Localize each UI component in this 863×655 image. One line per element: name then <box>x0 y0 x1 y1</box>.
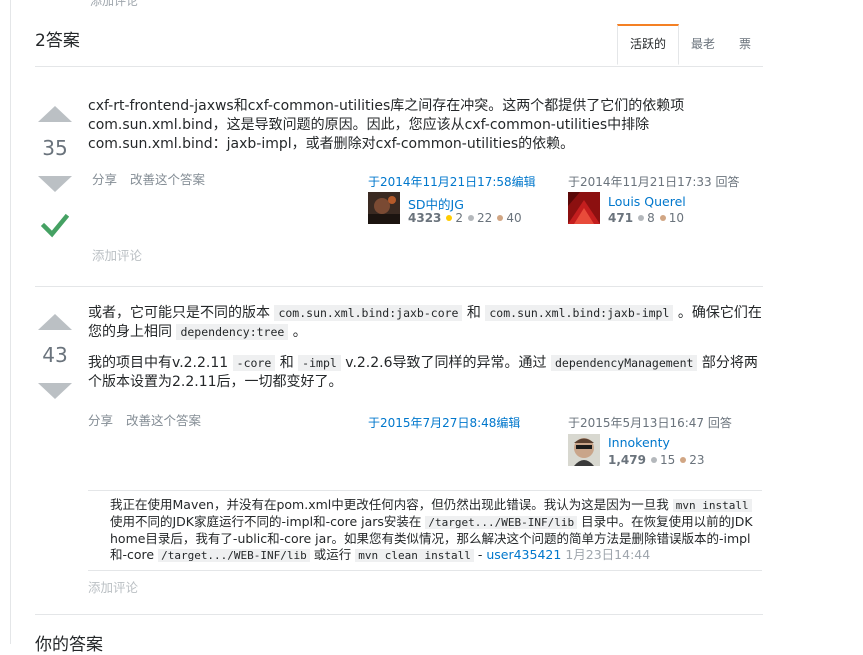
author-bronze-count: 23 <box>689 453 705 467</box>
answer-paragraph-2: 我的项目中有v.2.2.11 -core 和 -impl v.2.2.6导致了同… <box>88 355 758 390</box>
comment-text: 我正在使用Maven，并没有在pom.xml中更改任何内容，但仍然出现此错误。我… <box>110 497 753 562</box>
editor-stats: 4323 2 22 40 <box>408 211 522 225</box>
inline-code: -impl <box>298 355 341 371</box>
answer-body: cxf-rt-frontend-jaxws和cxf-common-utiliti… <box>88 97 763 166</box>
add-comment-link[interactable]: 添加评论 <box>88 577 138 596</box>
author-avatar[interactable] <box>568 434 600 466</box>
add-comment-link[interactable]: 添加评论 <box>92 245 142 264</box>
edited-time-link[interactable]: 于2015年7月27日8:48编辑 <box>368 414 520 431</box>
share-link[interactable]: 分享 <box>92 172 117 187</box>
answered-time: 于2015年5月13日16:47 回答 <box>568 416 732 430</box>
comment-date[interactable]: 1月23日14:44 <box>565 547 650 562</box>
author-name[interactable]: Innokenty <box>608 435 670 450</box>
share-link[interactable]: 分享 <box>88 413 113 428</box>
author-silver-count: 15 <box>659 453 676 467</box>
gold-badge-icon <box>446 215 453 221</box>
author-stats: 471 8 10 <box>608 211 684 225</box>
tab-oldest[interactable]: 最老 <box>679 24 727 64</box>
editor-avatar[interactable] <box>368 192 400 224</box>
answer-paragraph-1: 或者，它可能只是不同的版本 com.sun.xml.bind:jaxb-core… <box>88 305 762 340</box>
silver-badge-icon <box>650 457 657 463</box>
editor-gold-count: 2 <box>455 211 464 225</box>
answered-time: 于2014年11月21日17:33 回答 <box>568 175 740 189</box>
vote-count: 35 <box>42 136 68 160</box>
vote-up-icon[interactable] <box>38 106 72 122</box>
inline-code: dependency:tree <box>176 324 289 340</box>
author-stats: 1,479 15 23 <box>608 453 705 467</box>
post-menu: 分享 改善这个答案 <box>92 169 214 188</box>
comment: 我正在使用Maven，并没有在pom.xml中更改任何内容，但仍然出现此错误。我… <box>88 490 762 571</box>
inline-code: dependencyManagement <box>550 355 698 371</box>
accepted-check-icon <box>41 213 69 238</box>
author-reputation: 471 <box>608 211 634 225</box>
answer-text: cxf-rt-frontend-jaxws和cxf-common-utiliti… <box>88 98 685 152</box>
previous-add-comment-link[interactable]: 添加评论 <box>90 0 138 9</box>
editor-reputation: 4323 <box>408 211 442 225</box>
edited-time-link[interactable]: 于2014年11月21日17:58编辑 <box>368 173 536 190</box>
vote-up-icon[interactable] <box>38 314 72 330</box>
your-answer-heading: 你的答案 <box>35 635 103 655</box>
left-divider <box>10 0 11 644</box>
tab-active[interactable]: 活跃的 <box>616 24 679 65</box>
vote-down-icon[interactable] <box>38 383 72 399</box>
improve-answer-link[interactable]: 改善这个答案 <box>126 413 201 428</box>
author-silver-count: 8 <box>647 211 655 225</box>
tab-votes[interactable]: 票 <box>727 24 763 64</box>
author-avatar[interactable] <box>568 192 600 224</box>
editor-silver-count: 22 <box>477 211 493 225</box>
answer-body: 或者，它可能只是不同的版本 com.sun.xml.bind:jaxb-core… <box>88 304 763 404</box>
silver-badge-icon <box>468 215 475 221</box>
answers-header: 2答案 活跃的 最老 票 <box>35 22 763 67</box>
answer-2: 43 或者，它可能只是不同的版本 com.sun.xml.bind:jaxb-c… <box>35 296 763 615</box>
post-menu: 分享 改善这个答案 <box>88 410 210 429</box>
editor-bronze-count: 40 <box>506 211 522 225</box>
sort-tabs: 活跃的 最老 票 <box>616 24 763 66</box>
answer-1: 35 cxf-rt-frontend-jaxws和cxf-common-util… <box>35 92 763 287</box>
author-name[interactable]: Louis Querel <box>608 194 686 209</box>
bronze-badge-icon <box>680 457 687 463</box>
inline-code: com.sun.xml.bind:jaxb-core <box>274 305 463 321</box>
improve-answer-link[interactable]: 改善这个答案 <box>130 172 205 187</box>
author-bronze-count: 10 <box>668 211 684 225</box>
inline-code: -core <box>232 355 276 371</box>
answers-count: 2答案 <box>35 31 80 51</box>
silver-badge-icon <box>638 215 645 221</box>
vote-down-icon[interactable] <box>38 176 72 192</box>
bronze-badge-icon <box>659 215 666 221</box>
inline-code: com.sun.xml.bind:jaxb-impl <box>485 305 674 321</box>
comment-user-link[interactable]: user435421 <box>486 547 561 562</box>
bronze-badge-icon <box>497 215 504 221</box>
author-reputation: 1,479 <box>608 453 646 467</box>
vote-count: 43 <box>42 343 68 367</box>
